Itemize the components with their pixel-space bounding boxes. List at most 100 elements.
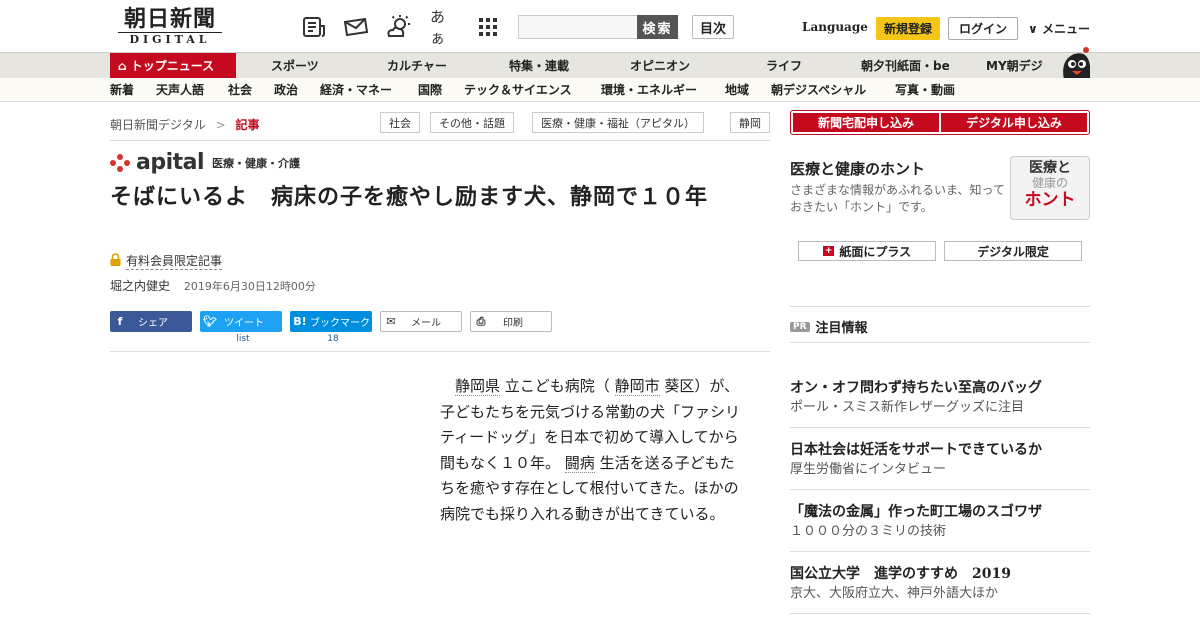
print-button[interactable]: ⎙ 印刷 xyxy=(470,311,552,332)
divider xyxy=(790,551,1090,552)
pr-badge: PR xyxy=(790,321,810,332)
grid-menu-icon[interactable] xyxy=(475,14,501,40)
nav-item-paper[interactable]: 朝夕刊紙面・be xyxy=(861,53,950,79)
byline: 堀之内健史 2019年6月30日12時00分 xyxy=(110,277,316,294)
register-button[interactable]: 新規登録 xyxy=(876,17,940,40)
subnav-item-photo[interactable]: 写真・動画 xyxy=(895,78,955,102)
promo-subtitle: 京大、大阪府立大、神戸外語大ほか xyxy=(790,586,999,601)
subnav-item-special[interactable]: 朝デジスペシャル xyxy=(771,78,866,102)
search-button[interactable]: 検索 xyxy=(637,15,678,39)
tag-medical[interactable]: 医療・健康・福祉（アピタル） xyxy=(532,112,704,133)
tag-other[interactable]: その他・話題 xyxy=(430,112,514,133)
newspaper-icon[interactable] xyxy=(301,14,327,40)
apital-brand: apital xyxy=(136,150,205,175)
logo-main: 朝日新聞 xyxy=(123,6,216,32)
site-header: 朝日新聞 DIGITAL あぁ 検索 目次 Language 新規登録 ログイン… xyxy=(0,0,1200,52)
subnav-item-latest[interactable]: 新着 xyxy=(110,78,134,102)
apital-dots-icon xyxy=(110,153,132,172)
menu-label: メニュー xyxy=(1041,22,1090,36)
paper-plus-button[interactable]: + 紙面にプラス xyxy=(798,241,936,261)
share-label: シェア xyxy=(138,318,168,329)
paper-subscribe-button[interactable]: 新聞宅配申し込み xyxy=(793,113,939,132)
subnav-item-tech[interactable]: テック＆サイエンス xyxy=(464,78,572,102)
tweet-count[interactable]: list xyxy=(202,334,284,344)
article-body: 静岡県 立こども病院（ 静岡市 葵区）が、子どもたちを元気づける常勤の犬「ファシ… xyxy=(440,374,746,527)
facebook-icon: f xyxy=(117,315,123,328)
font-size-icon[interactable]: あぁ xyxy=(430,8,456,47)
digital-only-button[interactable]: デジタル限定 xyxy=(944,241,1082,261)
body-link-shizuoka-city[interactable]: 静岡市 xyxy=(614,377,660,396)
honto-banner[interactable]: 医療と 健康の ホント xyxy=(1010,156,1090,220)
promo-title: 日本社会は妊活をサポートできているか xyxy=(790,442,1042,458)
apital-subtitle: 医療・健康・介護 xyxy=(212,156,301,170)
promo-title: 国公立大学 進学のすすめ 2019 xyxy=(790,566,1011,582)
body-link-toubyou[interactable]: 闘病 xyxy=(564,453,595,473)
subnav-item-society[interactable]: 社会 xyxy=(228,78,252,102)
breadcrumb: 朝日新聞デジタル > 記事 xyxy=(110,116,260,133)
divider xyxy=(790,613,1090,614)
subnav-item-economy[interactable]: 経済・マネー xyxy=(320,78,392,102)
promo-title: オン・オフ問わず持ちたい至高のバッグ xyxy=(790,380,1042,396)
mail-button[interactable]: ✉ メール xyxy=(380,311,462,332)
site-logo[interactable]: 朝日新聞 DIGITAL xyxy=(110,6,230,48)
nav-item-culture[interactable]: カルチャー xyxy=(387,53,447,79)
promo-subtitle: 厚生労働省にインタビュー xyxy=(790,462,947,477)
breadcrumb-separator: > xyxy=(215,118,226,132)
divider xyxy=(110,140,770,141)
nav-item-opinion[interactable]: オピニオン xyxy=(630,53,690,79)
search-input[interactable] xyxy=(518,15,638,39)
bookmark-count[interactable]: 18 xyxy=(292,334,374,344)
honto-banner-line: 医療と xyxy=(1029,160,1071,176)
honto-banner-line: ホント xyxy=(1024,190,1076,210)
twitter-tweet-button[interactable]: 🐦︎ ツイート xyxy=(200,311,282,332)
nav-item-sports[interactable]: スポーツ xyxy=(271,53,319,79)
sub-nav: 新着 天声人語 社会 政治 経済・マネー 国際 テック＆サイエンス 環境・エネル… xyxy=(0,78,1200,102)
home-icon: ⌂ xyxy=(118,59,127,73)
tag-society[interactable]: 社会 xyxy=(380,112,420,133)
newspaper-plus-icon: + xyxy=(822,246,835,256)
promo-item[interactable]: 国公立大学 進学のすすめ 2019 京大、大阪府立大、神戸外語大ほか xyxy=(790,564,1090,604)
apital-logo[interactable]: apital 医療・健康・介護 xyxy=(110,150,300,175)
promo-item[interactable]: 「魔法の金属」作った町工場のスゴワザ １０００分の３ミリの技術 xyxy=(790,502,1090,542)
subnav-item-environment[interactable]: 環境・エネルギー xyxy=(601,78,697,102)
hatena-bookmark-button[interactable]: B! ブックマーク xyxy=(290,311,372,332)
subnav-item-politics[interactable]: 政治 xyxy=(274,78,298,102)
promo-subtitle: ポール・スミス新作レザーグッズに注目 xyxy=(790,400,1025,415)
mail-icon: ✉ xyxy=(386,315,396,328)
honto-title[interactable]: 医療と健康のホント xyxy=(790,158,925,179)
mail-ticket-icon[interactable] xyxy=(343,14,369,40)
breadcrumb-site[interactable]: 朝日新聞デジタル xyxy=(110,118,206,132)
chevron-down-icon: ∨ xyxy=(1028,22,1038,36)
body-link-shizuoka-pref[interactable]: 静岡県 xyxy=(455,377,501,396)
mail-label: メール xyxy=(411,318,441,329)
login-button[interactable]: ログイン xyxy=(948,17,1018,40)
nav-item-life[interactable]: ライフ xyxy=(766,53,802,79)
language-link[interactable]: Language xyxy=(802,20,868,34)
nav-item-top-news[interactable]: ⌂ トップニュース xyxy=(110,53,236,79)
divider xyxy=(790,306,1090,307)
tag-shizuoka[interactable]: 静岡 xyxy=(730,112,770,133)
promo-item[interactable]: 日本社会は妊活をサポートできているか 厚生労働省にインタビュー xyxy=(790,440,1090,480)
paid-label[interactable]: 有料会員限定記事 xyxy=(110,252,223,270)
paper-plus-label: 紙面にプラス xyxy=(839,244,912,259)
nav-item-my-asadigi[interactable]: MY朝デジ xyxy=(986,53,1043,79)
weather-icon[interactable] xyxy=(386,14,412,40)
divider xyxy=(790,489,1090,490)
print-icon: ⎙ xyxy=(476,314,486,328)
digital-subscribe-button[interactable]: デジタル申し込み xyxy=(941,113,1087,132)
logo-sub: DIGITAL xyxy=(118,32,222,46)
hatena-icon: B! xyxy=(293,315,307,328)
promo-item[interactable]: オン・オフ問わず持ちたい至高のバッグ ポール・スミス新作レザーグッズに注目 xyxy=(790,378,1090,418)
nav-item-features[interactable]: 特集・連載 xyxy=(509,53,569,79)
article-title: そばにいるよ 病床の子を癒やし励ます犬、静岡で１０年 xyxy=(110,185,709,210)
paid-label-text: 有料会員限定記事 xyxy=(126,254,223,270)
menu-button[interactable]: ∨ メニュー xyxy=(1028,20,1090,37)
contents-button[interactable]: 目次 xyxy=(692,15,734,39)
honto-description: さまざまな情報があふれるいま、知っておきたい「ホント」です。 xyxy=(790,183,1005,214)
breadcrumb-current: 記事 xyxy=(235,118,260,132)
lock-icon xyxy=(110,253,121,269)
subnav-item-international[interactable]: 国際 xyxy=(418,78,442,102)
subnav-item-tenseijingo[interactable]: 天声人語 xyxy=(156,78,204,102)
facebook-share-button[interactable]: f シェア xyxy=(110,311,192,332)
subnav-item-region[interactable]: 地域 xyxy=(725,78,749,102)
